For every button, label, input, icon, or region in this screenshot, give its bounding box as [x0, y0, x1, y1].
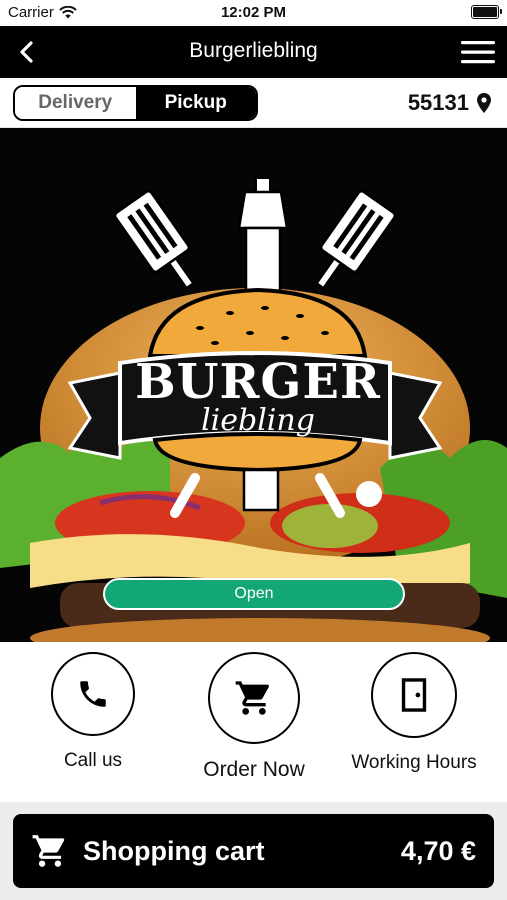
working-hours-button[interactable]: Working Hours — [344, 652, 484, 774]
cart-icon — [32, 835, 65, 867]
cart-footer: Shopping cart 4,70 € — [0, 802, 507, 900]
page-title: Burgerliebling — [189, 39, 318, 62]
delivery-option[interactable]: Delivery — [15, 87, 136, 119]
logo-word: BURGER — [135, 354, 381, 410]
cart-icon — [235, 681, 269, 715]
order-mode-bar: Delivery Pickup 55131 — [0, 78, 507, 128]
door-icon — [401, 678, 427, 712]
phone-icon — [80, 681, 106, 707]
call-us-label: Call us — [63, 750, 123, 771]
order-now-label: Order Now — [203, 758, 305, 781]
quick-actions: Call us Order Now Working Hours — [0, 642, 507, 802]
status-bar: Carrier 12:02 PM — [0, 0, 507, 26]
working-hours-label: Working Hours — [351, 752, 477, 773]
battery-icon — [471, 5, 502, 19]
zip-code: 55131 — [407, 90, 469, 115]
zip-selector[interactable]: 55131 — [408, 90, 491, 116]
call-us-button[interactable]: Call us — [23, 652, 163, 772]
shopping-cart-button[interactable]: Shopping cart 4,70 € — [13, 814, 494, 888]
order-circle — [208, 652, 300, 744]
hamburger-menu-icon[interactable] — [461, 38, 495, 66]
order-now-button[interactable]: Order Now — [184, 652, 324, 782]
hours-circle — [371, 652, 457, 738]
open-status-badge[interactable]: Open — [103, 578, 405, 610]
hero-banner: BURGER liebling Open — [0, 128, 507, 642]
clock: 12:02 PM — [220, 4, 287, 21]
cart-total: 4,70 € — [400, 835, 476, 866]
call-circle — [51, 652, 135, 736]
nav-bar: Burgerliebling — [0, 26, 507, 78]
logo-script: liebling — [201, 403, 315, 438]
location-pin-icon — [477, 93, 491, 113]
burger-photo: BURGER liebling — [0, 177, 507, 642]
order-mode-toggle: Delivery Pickup — [13, 85, 258, 121]
shopping-cart-label: Shopping cart — [83, 835, 265, 866]
pickup-option[interactable]: Pickup — [135, 87, 256, 119]
